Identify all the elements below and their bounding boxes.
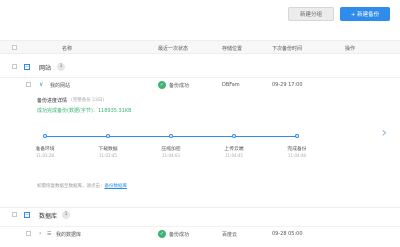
header-last-status: 最近一次状态 [158, 46, 189, 52]
chevron-down-icon[interactable]: ∨ [39, 81, 43, 88]
row-name: 我的网站 [50, 83, 71, 89]
detail-subtitle: (完整备份 23日) [71, 98, 105, 103]
restore-note: 如需恢复数据至数据库，请点击：备份数据库 [37, 183, 127, 189]
step-time: 11:03:45 [99, 153, 117, 158]
row-next-time: 09-29 17:00 [272, 82, 303, 88]
select-all-checkbox[interactable] [12, 45, 17, 50]
row-status: 备份成功 [169, 232, 190, 238]
new-group-button[interactable]: 新建分组 [288, 7, 334, 21]
step-label: 压缩加密 [161, 147, 181, 152]
new-backup-button[interactable]: + 新建备份 [340, 7, 390, 21]
table-row-website[interactable]: ∨ 我的网站 ✓ 备份成功 DBFam 09-29 17:00 [0, 77, 400, 92]
timeline-dot [232, 134, 236, 138]
timeline-dot [169, 134, 173, 138]
row-name: 我的数据库 [56, 232, 82, 238]
header-next-time: 下次备份时间 [272, 46, 303, 52]
check-circle-icon: ✓ [158, 81, 166, 89]
step-label: 上传云端 [224, 147, 244, 152]
group-count-badge: 1 [62, 211, 70, 219]
collapse-icon[interactable]: − [24, 212, 30, 218]
header-storage: 存储位置 [222, 46, 243, 52]
detail-title: 备份进度详情 [37, 98, 68, 104]
group-count-badge: 1 [57, 63, 65, 71]
group-website: − 网站 1 [0, 60, 400, 74]
row-storage: 百度云 [222, 232, 238, 238]
group-title: 数据库 [39, 213, 58, 220]
chevron-right-icon[interactable]: › [39, 230, 41, 237]
step-time: 11:04:45 [225, 153, 243, 158]
toolbar: 新建分组 + 新建备份 [288, 7, 390, 21]
header-name: 名称 [62, 46, 73, 52]
collapse-icon[interactable]: − [24, 64, 30, 70]
step-time: 11:04:03 [162, 153, 180, 158]
row-status: 备份成功 [169, 83, 190, 89]
group-database: − 数据库 1 [0, 207, 400, 221]
row-storage: DBFam [222, 82, 240, 88]
step-label: 完成备份 [287, 147, 307, 152]
timeline-dot [43, 134, 47, 138]
header-actions: 操作 [345, 46, 356, 52]
backup-progress-detail: 备份进度详情 (完整备份 23日) 成功完成备份(数据(字节)：118935.3… [30, 95, 395, 195]
detail-success-text: 成功完成备份(数据(字节)：118935.31KB [37, 108, 132, 114]
restore-database-link[interactable]: 备份数据库 [105, 184, 128, 189]
row-next-time: 09-28 05:00 [272, 231, 303, 237]
group-title: 网站 [39, 65, 52, 72]
check-circle-icon: ✓ [158, 230, 166, 238]
restore-note-text: 如需恢复数据至数据库，请点击： [37, 184, 105, 189]
group-checkbox[interactable] [12, 64, 17, 69]
step-label: 准备环境 [35, 147, 55, 152]
group-checkbox[interactable] [12, 212, 17, 217]
table-header: 名称 最近一次状态 存储位置 下次备份时间 操作 [0, 40, 400, 54]
chevron-right-icon[interactable]: › [381, 125, 387, 141]
step-time: 11:03:28 [36, 153, 54, 158]
table-row-database[interactable]: › ☰ 我的数据库 ✓ 备份成功 百度云 09-28 05:00 [0, 226, 400, 241]
step-label: 下载数据 [98, 147, 118, 152]
row-checkbox[interactable] [26, 231, 31, 236]
step-time: 11:04:48 [288, 153, 306, 158]
timeline-dot [106, 134, 110, 138]
database-icon: ☰ [47, 231, 52, 237]
row-checkbox[interactable] [26, 82, 31, 87]
timeline-dot [295, 134, 299, 138]
